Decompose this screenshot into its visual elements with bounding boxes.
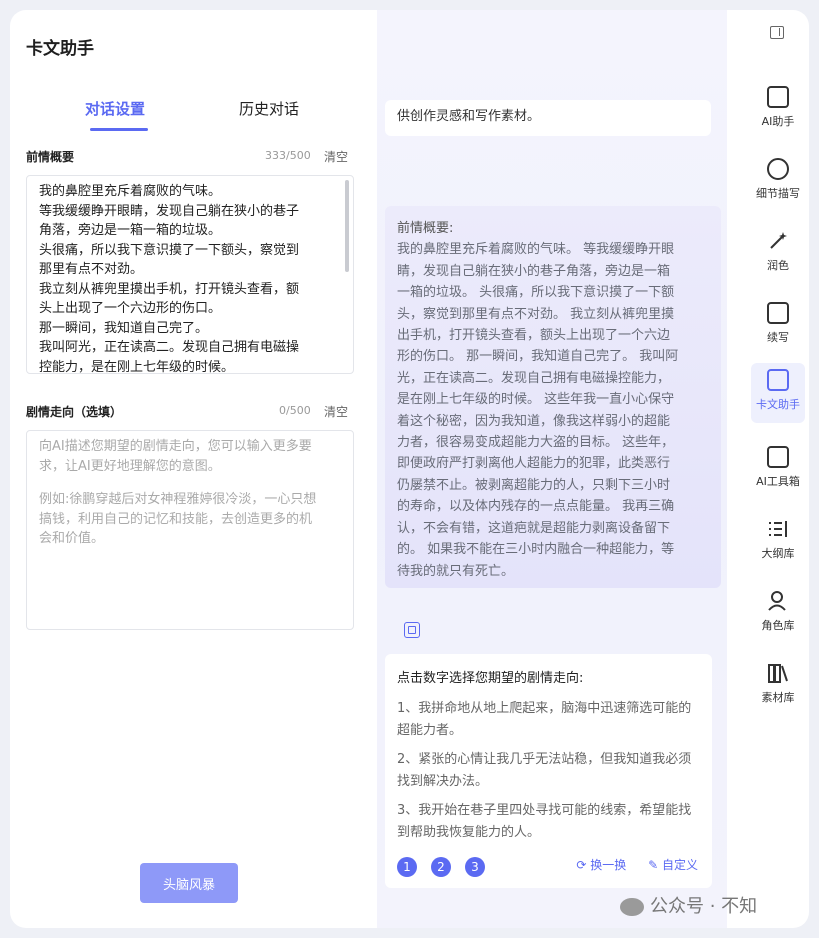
sidebar-label: 素材库 <box>761 691 795 704</box>
text-line: 那里有点不对劲。 <box>39 262 144 277</box>
text-line: 我叫阿光，正在读高二。发现自己拥有电磁操 <box>39 340 300 355</box>
character-icon <box>767 590 789 612</box>
plot-option[interactable]: 3、我开始在巷子里四处寻找可能的线索，希望能找到帮助我恢复能力的人。 <box>397 800 700 844</box>
previous-summary-label: 前情概要 <box>26 150 75 164</box>
context-summary-bubble: 前情概要: 我的鼻腔里充斥着腐败的气味。 等我缓缓睁开眼 睛，发现自己躺在狭小的… <box>385 206 721 588</box>
option-1-button[interactable]: 1 <box>397 856 417 877</box>
placeholder-line: 求，让AI更好地理解您的意图。 <box>39 458 221 474</box>
sidebar-item-toolbox[interactable]: AI工具箱 <box>751 440 805 500</box>
sidebar-item-polish[interactable]: 润色 <box>751 224 805 284</box>
sidebar-label: 角色库 <box>761 619 795 632</box>
context-line: 着这个秘密，因为我知道，像我这样弱小的超能 <box>397 413 671 429</box>
placeholder-line <box>39 476 341 490</box>
refresh-label: 换一换 <box>590 857 627 872</box>
ai-assistant-icon <box>767 86 789 108</box>
text-line: 我的鼻腔里充斥着腐败的气味。 <box>39 184 222 199</box>
option-2-button[interactable]: 2 <box>431 856 451 877</box>
context-line: 的。 如果我不能在三小时内融合一种超能力，等 <box>397 542 675 558</box>
active-tab-indicator <box>90 128 148 131</box>
option-number-buttons: 123 <box>397 856 499 879</box>
previous-summary-count: 333/500 <box>265 149 311 162</box>
context-line: 即便政府严打剥离他人超能力的犯罪，此类恶行 <box>397 456 671 472</box>
context-line: 形的伤口。 那一瞬间，我知道自己完了。 我叫阿 <box>397 349 679 365</box>
context-line: 的寿命，以及体内残存的一点点能量。 我再三确 <box>397 499 675 515</box>
context-line: 认，不会有错，这道疤就是超能力剥离设备留下 <box>397 520 671 536</box>
placeholder-line: 会和价值。 <box>39 531 105 546</box>
context-line: 仍屡禁不止。被剥离超能力的人，只剩下三小时 <box>397 477 671 493</box>
context-line: 睛，发现自己躺在狭小的巷子角落，旁边是一箱 <box>397 263 671 279</box>
ai-avatar-icon <box>404 622 420 638</box>
brainstorm-button[interactable]: 头脑风暴 <box>140 863 238 903</box>
context-line: 前情概要: <box>397 221 454 236</box>
custom-button[interactable]: ✎ 自定义 <box>648 855 698 877</box>
sidebar-item-materials[interactable]: 素材库 <box>751 656 805 716</box>
placeholder-line: 例如:徐鹏穿越后对女神程雅婷很冷淡，一心只想 <box>39 492 317 507</box>
previous-summary-textarea[interactable]: 我的鼻腔里充斥着腐败的气味。 等我缓缓睁开眼睛，发现自己躺在狭小的巷子 角落，旁… <box>26 175 354 374</box>
clear-plot-button[interactable]: 清空 <box>324 403 348 420</box>
text-line: 我立刻从裤兜里摸出手机，打开镜头查看，额 <box>39 281 300 297</box>
toolbox-icon <box>767 446 789 468</box>
sidebar-item-characters[interactable]: 角色库 <box>751 584 805 644</box>
text-line: 控能力，是在刚上七年级的时候。 <box>39 359 235 374</box>
tab-dialog-settings[interactable]: 对话设置 <box>85 98 145 119</box>
custom-label: 自定义 <box>661 857 698 872</box>
text-line: 头很痛，所以我下意识摸了一下额头，察觉到 <box>39 242 300 258</box>
option-actions: ⟳ 换一换 ✎ 自定义 <box>558 855 698 877</box>
text-line: 那一瞬间，我知道自己完了。 <box>39 320 209 336</box>
sidebar-item-block-helper[interactable]: 卡文助手 <box>751 363 805 423</box>
placeholder-line: 向AI描述您期望的剧情走向，您可以输入更多要 <box>39 439 312 454</box>
watermark: 公众号 · 不知 <box>620 892 757 918</box>
sidebar-label: 润色 <box>767 259 789 272</box>
chat-message: 供创作灵感和写作素材。 <box>385 100 711 136</box>
textarea-scrollbar[interactable] <box>345 180 349 272</box>
context-line: 是在刚上七年级的时候。 这些年我一直小心保守 <box>397 392 675 408</box>
refresh-button[interactable]: ⟳ 换一换 <box>576 855 626 877</box>
sidebar-item-outline[interactable]: 大纲库 <box>751 512 805 572</box>
sidebar-label: 续写 <box>767 331 789 344</box>
plot-direction-label: 剧情走向（选填） <box>26 405 123 419</box>
books-icon <box>767 662 789 684</box>
book-helper-icon <box>767 369 789 391</box>
app-title: 卡文助手 <box>26 39 94 59</box>
sidebar-item-ai-assistant[interactable]: AI助手 <box>751 80 805 140</box>
sidebar-label: AI工具箱 <box>756 475 800 488</box>
context-line: 待我的就只有死亡。 <box>397 563 515 579</box>
sidebar-label: 细节描写 <box>756 187 800 200</box>
magic-wand-icon <box>767 230 789 252</box>
plot-direction-count: 0/500 <box>279 404 311 417</box>
plot-options-bubble: 点击数字选择您期望的剧情走向: 1、我拼命地从地上爬起来，脑海中迅速筛选可能的超… <box>385 654 712 888</box>
placeholder-line: 搞钱，利用自己的记忆和技能，去创造更多的机 <box>39 511 313 527</box>
sidebar-label: 大纲库 <box>761 547 795 560</box>
context-line: 头，察觉到那里有点不对劲。 我立刻从裤兜里摸 <box>397 306 675 322</box>
chat-message-text: 供创作灵感和写作素材。 <box>397 109 541 124</box>
wechat-logo-icon <box>620 898 644 916</box>
sidebar-label: AI助手 <box>761 115 795 128</box>
sidebar-label: 卡文助手 <box>756 398 800 411</box>
sidebar-item-detail[interactable]: 细节描写 <box>751 152 805 212</box>
compass-icon <box>767 158 789 180</box>
context-line: 我的鼻腔里充斥着腐败的气味。 等我缓缓睁开眼 <box>397 242 675 258</box>
context-line: 光，正在读高二。发现自己拥有电磁操控能力， <box>397 370 671 386</box>
option-3-button[interactable]: 3 <box>465 856 485 877</box>
watermark-text: 公众号 · 不知 <box>650 896 758 917</box>
continue-doc-icon <box>767 302 789 324</box>
plot-option[interactable]: 2、紧张的心情让我几乎无法站稳，但我知道我必须找到解决办法。 <box>397 749 700 793</box>
tab-bar: 对话设置 历史对话 <box>26 98 356 132</box>
text-line: 角落，旁边是一箱一箱的垃圾。 <box>39 223 222 238</box>
plot-direction-textarea[interactable]: 向AI描述您期望的剧情走向，您可以输入更多要 求，让AI更好地理解您的意图。 例… <box>26 430 354 630</box>
text-line: 头上出现了一个六边形的伤口。 <box>39 301 222 316</box>
tab-history[interactable]: 历史对话 <box>239 98 299 119</box>
sidebar-item-continue[interactable]: 续写 <box>751 296 805 356</box>
chat-panel: 供创作灵感和写作素材。 前情概要: 我的鼻腔里充斥着腐败的气味。 等我缓缓睁开眼… <box>377 10 727 928</box>
plot-option[interactable]: 1、我拼命地从地上爬起来，脑海中迅速筛选可能的超能力者。 <box>397 698 700 742</box>
clear-previous-button[interactable]: 清空 <box>324 148 348 165</box>
context-line: 出手机，打开镜头查看，额头上出现了一个六边 <box>397 328 671 344</box>
context-line: 力者，很容易变成超能力大盗的目标。 这些年， <box>397 435 675 451</box>
app-window: 卡文助手 对话设置 历史对话 前情概要 333/500 清空 我的鼻腔里充斥着腐… <box>10 10 809 928</box>
outline-list-icon <box>767 518 789 540</box>
context-line: 一箱的垃圾。 头很痛，所以我下意识摸了一下额 <box>397 285 675 301</box>
options-title: 点击数字选择您期望的剧情走向: <box>397 671 584 686</box>
collapse-panel-icon[interactable] <box>770 26 784 39</box>
text-line: 等我缓缓睁开眼睛，发现自己躺在狭小的巷子 <box>39 203 300 219</box>
